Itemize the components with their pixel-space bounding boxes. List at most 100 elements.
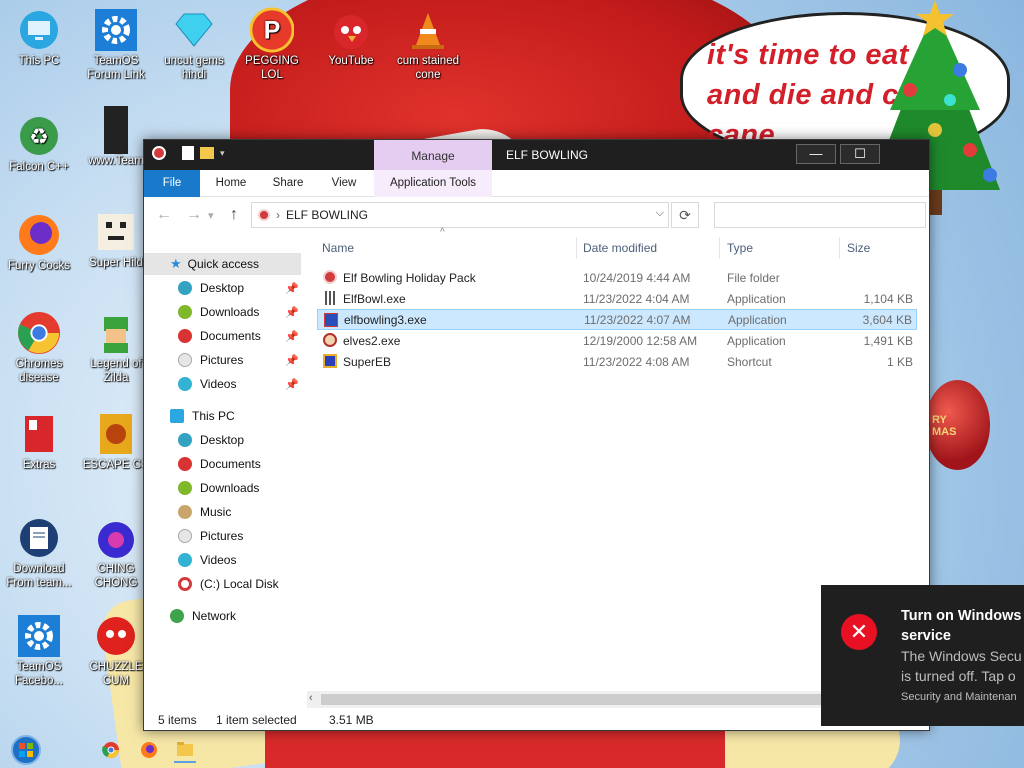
desktop-icon-chrome[interactable]: Chromes disease bbox=[1, 311, 77, 385]
desktop-icon-teamos-facebook[interactable]: TeamOS Facebo... bbox=[1, 614, 77, 688]
desktop-icon-furry[interactable]: Furry Cocks bbox=[1, 213, 77, 273]
nav-local-disk[interactable]: (C:) Local Disk bbox=[144, 573, 301, 595]
desktop-icon-extras[interactable]: Extras bbox=[1, 412, 77, 472]
desktop-icon-download-team[interactable]: Download From team... bbox=[1, 516, 77, 590]
desktop-icon-uncut-gems[interactable]: uncut gems hindi bbox=[156, 8, 232, 82]
file-name: elfbowling3.exe bbox=[344, 312, 427, 327]
desktop-icon bbox=[178, 433, 192, 447]
tab-home[interactable]: Home bbox=[206, 170, 256, 197]
forward-button[interactable]: → bbox=[186, 206, 202, 224]
nav-pc-desktop[interactable]: Desktop bbox=[144, 429, 301, 451]
monitor-icon bbox=[170, 409, 184, 423]
desktop-icon-youtube[interactable]: YouTube bbox=[313, 8, 389, 68]
chuzzle-icon bbox=[94, 614, 138, 658]
file-date: 12/19/2000 12:58 AM bbox=[583, 333, 698, 348]
desktop-icon-cone[interactable]: cum stained cone bbox=[390, 8, 466, 82]
file-type: Application bbox=[727, 333, 786, 348]
recent-locations-button[interactable]: ▾ bbox=[208, 209, 214, 222]
nav-network[interactable]: Network bbox=[144, 605, 301, 627]
title-bar[interactable]: ▾ Manage ELF BOWLING — ☐ bbox=[144, 140, 929, 170]
music-icon bbox=[178, 505, 192, 519]
table-row[interactable]: SuperEB 11/23/2022 4:08 AM Shortcut 1 KB bbox=[317, 351, 917, 372]
nav-pc-pictures[interactable]: Pictures bbox=[144, 525, 301, 547]
escape-icon bbox=[94, 412, 138, 456]
desktop-icon-pegging[interactable]: P PEGGING LOL bbox=[234, 7, 310, 82]
nav-downloads[interactable]: Downloads 📌 bbox=[144, 301, 301, 323]
downloads-icon bbox=[178, 305, 192, 319]
refresh-button[interactable]: ⟳ bbox=[671, 202, 699, 228]
nav-this-pc[interactable]: This PC bbox=[144, 405, 301, 427]
gift-icon bbox=[17, 412, 61, 456]
properties-icon[interactable] bbox=[182, 146, 194, 160]
tab-view[interactable]: View bbox=[320, 170, 368, 197]
table-row[interactable]: elves2.exe 12/19/2000 12:58 AM Applicati… bbox=[317, 330, 917, 351]
chevron-down-icon[interactable]: ⌵ bbox=[656, 207, 664, 220]
nav-pc-documents[interactable]: Documents bbox=[144, 453, 301, 475]
chrome-icon bbox=[102, 742, 120, 759]
column-header-type[interactable]: Type bbox=[727, 235, 753, 261]
star-icon: ★ bbox=[170, 256, 182, 271]
desktop-icon-label: Download From team... bbox=[6, 563, 72, 589]
tab-application-tools[interactable]: Application Tools bbox=[374, 170, 492, 197]
app-icon[interactable] bbox=[152, 146, 166, 160]
nav-pc-videos[interactable]: Videos bbox=[144, 549, 301, 571]
desktop-icon-this-pc[interactable]: This PC bbox=[1, 8, 77, 68]
status-item-count: 5 items bbox=[158, 713, 197, 727]
scroll-left-arrow-icon[interactable]: ‹ bbox=[309, 692, 313, 704]
start-button[interactable] bbox=[10, 734, 42, 766]
nav-documents[interactable]: Documents 📌 bbox=[144, 325, 301, 347]
nav-label: Pictures bbox=[200, 529, 244, 543]
nav-label: This PC bbox=[192, 409, 235, 423]
file-explorer-window[interactable]: ▾ Manage ELF BOWLING — ☐ File Home Share… bbox=[143, 139, 930, 731]
column-header-date[interactable]: Date modified bbox=[583, 235, 657, 261]
nav-quick-access[interactable]: ★ Quick access bbox=[144, 253, 301, 275]
angry-bird-icon bbox=[329, 8, 373, 52]
nav-pc-music[interactable]: Music bbox=[144, 501, 301, 523]
breadcrumb-current[interactable]: ELF BOWLING bbox=[286, 208, 368, 222]
videos-icon bbox=[178, 553, 192, 567]
taskbar-chrome[interactable] bbox=[100, 741, 122, 763]
diamond-icon bbox=[172, 8, 216, 52]
nav-label: Documents bbox=[200, 457, 261, 471]
column-header-size[interactable]: Size bbox=[847, 235, 870, 261]
nav-pc-downloads[interactable]: Downloads bbox=[144, 477, 301, 499]
tab-manage[interactable]: Manage bbox=[374, 140, 492, 170]
column-header-name[interactable]: Name bbox=[322, 235, 354, 261]
table-row[interactable]: elfbowling3.exe 11/23/2022 4:07 AM Appli… bbox=[317, 309, 917, 330]
column-divider[interactable] bbox=[576, 237, 577, 259]
taskbar-file-explorer[interactable] bbox=[174, 741, 196, 763]
table-row[interactable]: Elf Bowling Holiday Pack 10/24/2019 4:44… bbox=[317, 267, 917, 288]
tab-file[interactable]: File bbox=[144, 170, 200, 197]
pin-icon: 📌 bbox=[285, 378, 299, 391]
notification-toast[interactable]: ✕ Turn on Windows service The Windows Se… bbox=[821, 585, 1024, 726]
nav-desktop[interactable]: Desktop 📌 bbox=[144, 277, 301, 299]
address-bar[interactable]: › ELF BOWLING ⌵ bbox=[251, 202, 669, 228]
column-divider[interactable] bbox=[719, 237, 720, 259]
new-folder-icon[interactable] bbox=[200, 147, 214, 159]
desktop-icon-teamos-forum[interactable]: TeamOS Forum Link bbox=[78, 8, 154, 82]
maximize-button[interactable]: ☐ bbox=[840, 144, 880, 164]
firefox-icon bbox=[17, 213, 61, 257]
chevron-down-icon[interactable]: ▾ bbox=[220, 148, 225, 159]
desktop-icon-label: TeamOS Facebo... bbox=[15, 661, 63, 687]
nav-label: Desktop bbox=[200, 281, 245, 295]
nav-label: Videos bbox=[200, 553, 237, 567]
search-input[interactable] bbox=[714, 202, 926, 228]
desktop-icon-falcon[interactable]: ♻ Falcon C++ bbox=[1, 114, 77, 174]
taskbar-firefox[interactable] bbox=[138, 741, 160, 763]
column-divider[interactable] bbox=[839, 237, 840, 259]
ornament-icon bbox=[94, 516, 138, 560]
up-button[interactable]: ↑ bbox=[230, 206, 238, 224]
elf-app-icon bbox=[324, 313, 338, 327]
minimize-button[interactable]: — bbox=[796, 144, 836, 164]
back-button[interactable]: ← bbox=[156, 206, 172, 224]
pixel-icon bbox=[94, 210, 138, 254]
file-name: SuperEB bbox=[343, 354, 392, 369]
table-row[interactable]: ElfBowl.exe 11/23/2022 4:04 AM Applicati… bbox=[317, 288, 917, 309]
nav-pictures[interactable]: Pictures 📌 bbox=[144, 349, 301, 371]
ribbon-tabs: File Home Share View Application Tools bbox=[144, 170, 929, 197]
tab-share[interactable]: Share bbox=[264, 170, 312, 197]
nav-videos[interactable]: Videos 📌 bbox=[144, 373, 301, 395]
scrollbar-thumb[interactable] bbox=[321, 694, 906, 705]
status-selection: 1 item selected bbox=[216, 713, 297, 727]
